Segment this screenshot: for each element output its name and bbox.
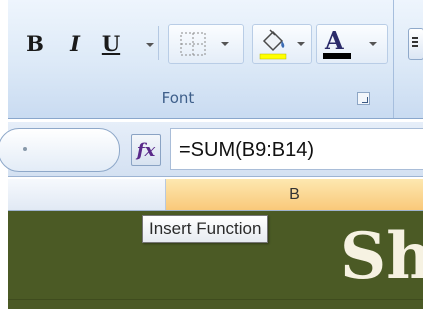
font-dialog-launcher-icon[interactable] (357, 92, 370, 105)
column-header-b[interactable]: B (166, 179, 423, 210)
cell-text: Sh (340, 219, 423, 294)
font-group: B I U A Font (8, 0, 394, 118)
font-color-swatch (323, 53, 351, 59)
name-box[interactable] (0, 128, 120, 172)
bold-button[interactable]: B (18, 26, 52, 60)
font-color-button[interactable]: A (316, 24, 388, 64)
align-left-icon[interactable] (408, 28, 423, 60)
paint-bucket-icon (259, 29, 287, 60)
font-color-letter-icon: A (325, 26, 344, 55)
font-group-label: Font (161, 89, 195, 107)
insert-function-button[interactable]: fx (131, 134, 161, 166)
formula-input[interactable]: =SUM(B9:B14) (170, 128, 423, 170)
ribbon: B I U A Font (8, 0, 423, 119)
alignment-group-partial (400, 0, 423, 118)
underline-dropdown-chevron-icon[interactable] (146, 43, 154, 47)
borders-icon (180, 32, 206, 56)
formula-bar: fx =SUM(B9:B14) (0, 122, 423, 177)
separator (158, 26, 159, 60)
column-header-a[interactable] (8, 179, 166, 210)
borders-dropdown-chevron-icon[interactable] (221, 42, 229, 46)
fill-color-dropdown-chevron-icon[interactable] (297, 42, 305, 46)
font-color-dropdown-chevron-icon[interactable] (369, 42, 377, 46)
borders-button[interactable] (168, 24, 244, 64)
underline-button[interactable]: U (96, 26, 126, 60)
row-gridline (8, 299, 423, 300)
fill-color-button[interactable] (252, 24, 312, 64)
fx-icon: fx (136, 139, 156, 161)
italic-button[interactable]: I (60, 26, 90, 60)
column-header-row: B (8, 179, 423, 211)
insert-function-tooltip: Insert Function (142, 215, 269, 243)
